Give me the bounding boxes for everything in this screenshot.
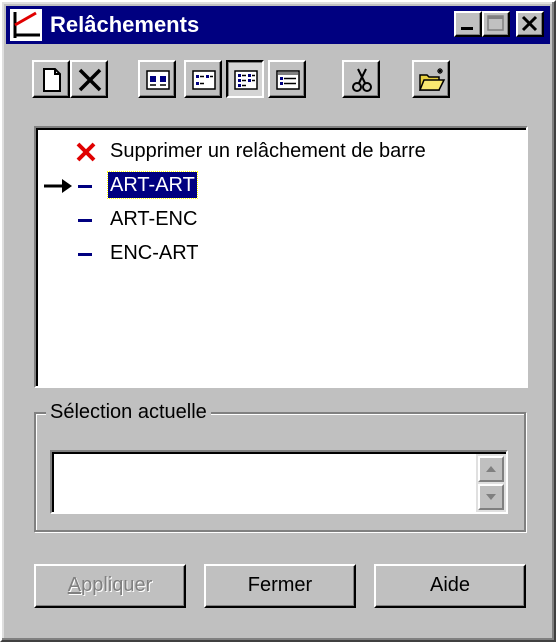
arrow-icon [44,179,72,193]
maximize-button[interactable] [482,11,510,37]
maximize-icon [487,15,504,31]
apply-mnemonic: A [67,574,82,596]
current-selection-field[interactable] [50,450,508,514]
apply-button[interactable]: Appliquer [34,564,186,608]
triangle-up-icon [486,466,496,472]
list-item[interactable]: ART-ART [36,168,516,202]
list-item-label: ART-ENC [110,208,198,230]
details-view-button[interactable] [268,60,306,98]
title-bar[interactable]: Relâchements [6,6,550,44]
help-button[interactable]: Aide [374,564,526,608]
dash-icon [78,185,92,188]
details-view-icon [276,70,300,90]
scissors-icon [352,68,372,92]
current-selection-group: Sélection actuelle [34,400,526,532]
toolbar [6,46,550,102]
list-view-icon [234,70,258,90]
minimize-icon [461,27,473,30]
window-title: Relâchements [50,12,200,37]
apply-label-rest: ppliquer [81,574,153,596]
small-icons-button[interactable] [184,60,222,98]
group-label: Sélection actuelle [46,400,211,424]
close-dialog-button[interactable]: Fermer [204,564,356,608]
app-logo-icon [10,9,42,41]
scroll-down-button[interactable] [478,484,504,510]
list-item[interactable]: ART-ENC [36,202,516,236]
open-folder-button[interactable] [412,60,450,98]
close-label: Fermer [247,574,313,596]
dash-icon [78,253,92,256]
releases-list[interactable]: Supprimer un relâchement de barre ART-AR… [34,126,528,388]
cut-button[interactable] [342,60,380,98]
small-icons-view-icon [192,70,216,90]
help-label: Aide [429,574,471,596]
new-button[interactable] [32,60,70,98]
open-folder-icon [418,68,446,91]
list-item-label: ENC-ART [110,242,199,264]
list-item[interactable]: Supprimer un relâchement de barre [36,134,516,168]
scroll-up-button[interactable] [478,456,504,482]
delete-button[interactable] [70,60,108,98]
releases-dialog: Relâchements Supprimer un relâchement de… [0,0,556,642]
list-item-label: ART-ART [107,171,198,199]
list-item-label: Supprimer un relâchement de barre [110,140,426,162]
close-button[interactable] [516,11,544,37]
dash-icon [78,219,92,222]
list-view-button[interactable] [226,60,264,98]
list-item[interactable]: ENC-ART [36,236,516,270]
delete-x-icon [78,68,102,92]
new-document-icon [43,68,61,92]
triangle-down-icon [486,494,496,500]
minimize-button[interactable] [454,11,482,37]
red-x-icon [76,142,96,162]
large-icons-button[interactable] [138,60,176,98]
scrollbar[interactable] [476,454,506,512]
close-icon [521,15,538,32]
large-icons-view-icon [146,70,170,90]
